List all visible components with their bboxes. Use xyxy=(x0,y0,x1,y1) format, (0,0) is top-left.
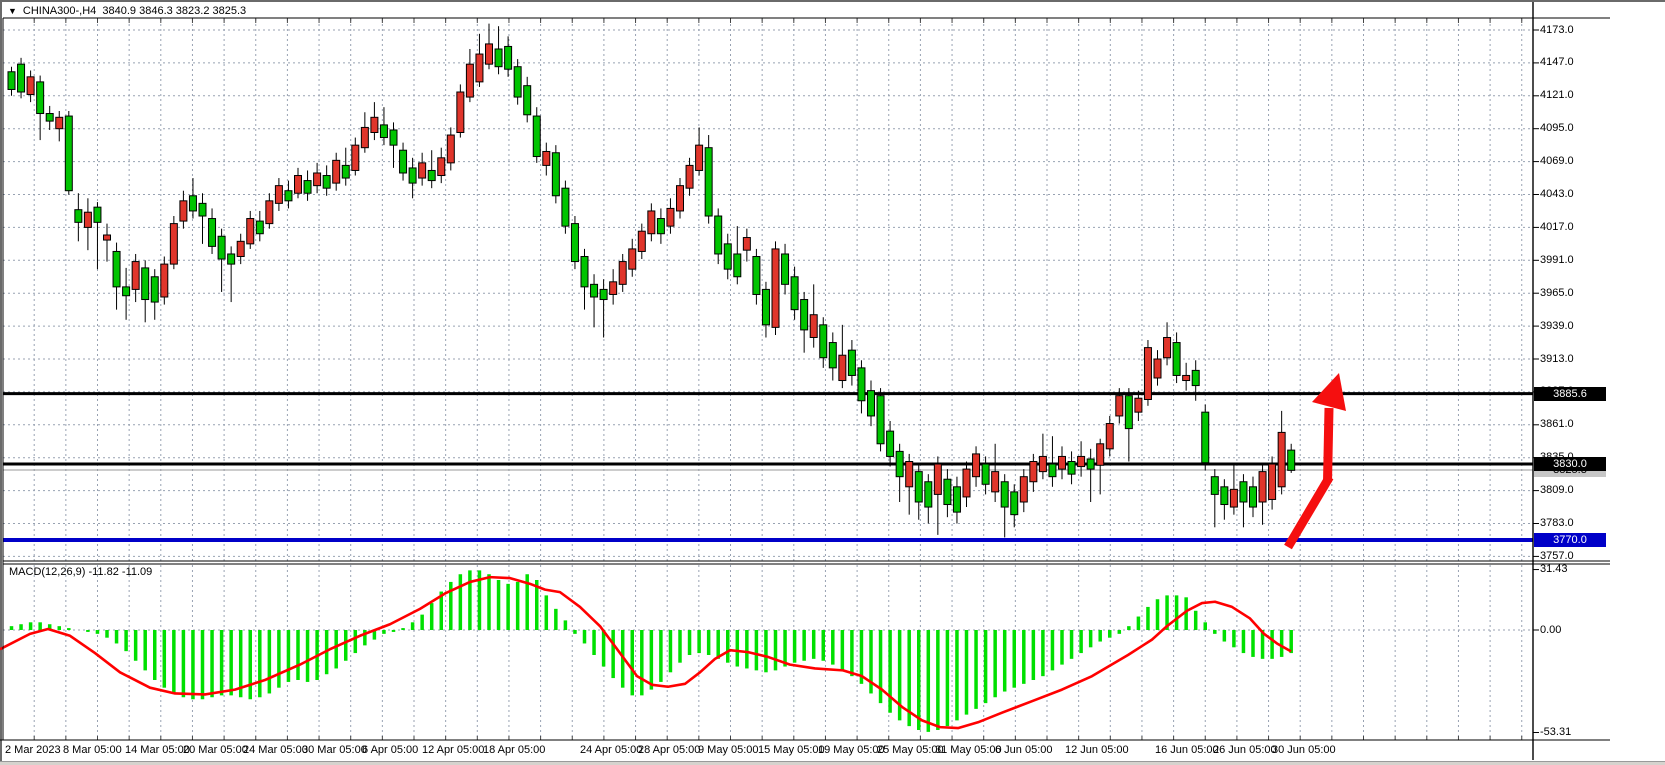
time-tick-label: 30 Mar 05:00 xyxy=(302,744,367,756)
price-tick-label: 3861.0 xyxy=(1540,418,1606,431)
price-tick-label: 3965.0 xyxy=(1540,287,1606,300)
time-tick-label: 26 Jun 05:00 xyxy=(1213,744,1277,756)
macd-scale-max: 31.43 xyxy=(1540,563,1606,576)
time-tick-label: 19 May 05:00 xyxy=(818,744,885,756)
time-tick-label: 12 Apr 05:00 xyxy=(422,744,484,756)
time-tick-label: 2 Mar 2023 xyxy=(5,744,61,756)
time-axis[interactable]: 2 Mar 20238 Mar 05:0014 Mar 05:0020 Mar … xyxy=(0,744,1665,760)
price-tick-label: 4147.0 xyxy=(1540,56,1606,69)
chart-svg[interactable] xyxy=(0,0,1665,765)
price-tick-label: 4043.0 xyxy=(1540,188,1606,201)
window-status-strip xyxy=(0,761,1665,765)
time-tick-label: 25 May 05:00 xyxy=(877,744,944,756)
support-price-label: 3830.0 xyxy=(1534,457,1606,471)
time-tick-label: 16 Jun 05:00 xyxy=(1155,744,1219,756)
time-tick-label: 24 Mar 05:00 xyxy=(243,744,308,756)
time-tick-label: 31 May 05:00 xyxy=(935,744,1002,756)
price-tick-label: 4095.0 xyxy=(1540,122,1606,135)
time-tick-label: 20 Mar 05:00 xyxy=(183,744,248,756)
price-tick-label: 3783.0 xyxy=(1540,517,1606,530)
time-tick-label: 30 Jun 05:00 xyxy=(1272,744,1336,756)
time-tick-label: 9 May 05:00 xyxy=(698,744,759,756)
macd-scale-min: -53.31 xyxy=(1540,726,1606,739)
time-tick-label: 8 Mar 05:00 xyxy=(63,744,122,756)
time-tick-label: 12 Jun 05:00 xyxy=(1065,744,1129,756)
time-tick-label: 6 Jun 05:00 xyxy=(995,744,1053,756)
price-tick-label: 4121.0 xyxy=(1540,89,1606,102)
resistance-price-label: 3885.6 xyxy=(1534,387,1606,401)
price-tick-label: 4173.0 xyxy=(1540,24,1606,37)
price-tick-label: 4017.0 xyxy=(1540,221,1606,234)
price-tick-label: 4069.0 xyxy=(1540,155,1606,168)
chart-window: ▼CHINA300-,H4 3840.9 3846.3 3823.2 3825.… xyxy=(0,0,1665,765)
macd-indicator-label: MACD(12,26,9) -11.82 -11.09 xyxy=(9,566,152,578)
macd-scale-zero: 0.00 xyxy=(1540,624,1606,637)
time-tick-label: 6 Apr 05:00 xyxy=(362,744,418,756)
price-chart-canvas[interactable] xyxy=(0,0,1665,765)
price-tick-label: 3913.0 xyxy=(1540,353,1606,366)
price-tick-label: 3757.0 xyxy=(1540,550,1606,563)
trend-arrow xyxy=(1288,373,1346,547)
time-tick-label: 14 Mar 05:00 xyxy=(125,744,190,756)
time-tick-label: 28 Apr 05:00 xyxy=(638,744,700,756)
time-tick-label: 18 Apr 05:00 xyxy=(483,744,545,756)
stop-price-label: 3770.0 xyxy=(1534,533,1606,547)
price-tick-label: 3991.0 xyxy=(1540,254,1606,267)
time-tick-label: 15 May 05:00 xyxy=(758,744,825,756)
price-tick-label: 3939.0 xyxy=(1540,320,1606,333)
time-tick-label: 24 Apr 05:00 xyxy=(580,744,642,756)
price-tick-label: 3809.0 xyxy=(1540,484,1606,497)
